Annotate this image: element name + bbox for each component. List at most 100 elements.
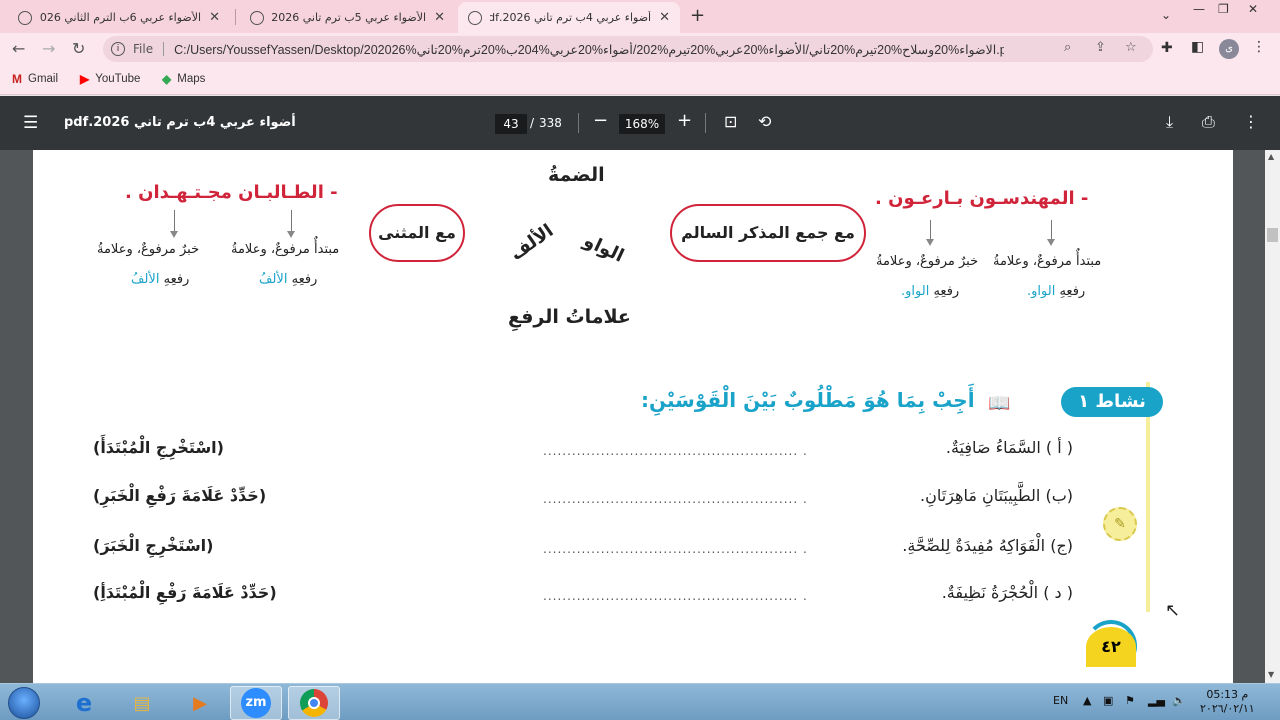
clock[interactable]: 05:13 م ٢٠٢٦/٠٢/١١ [1200,688,1255,716]
zoom-app[interactable]: zm [230,686,282,720]
answer-blank[interactable]: ........................................… [543,542,808,556]
divider [163,42,165,56]
pencil-badge-icon: ✎ [1103,507,1137,541]
bookmark-maps[interactable]: ◆ Maps [162,72,205,86]
browser-toolbar: ← → ↻ i File C:/Users/YoussefYassen/Desk… [0,33,1280,65]
print-icon[interactable]: ⎙ [1202,112,1215,132]
explorer-icon[interactable]: ▤ [116,686,168,720]
new-tab-button[interactable]: + [690,5,705,26]
tab-title: أضواء عربي 4ب ترم تاني 2026.pdf [490,11,652,24]
ie-icon[interactable]: e [58,686,110,720]
rotate-icon[interactable]: ⟲ [758,112,771,131]
arrow-down-icon [170,210,178,238]
answer-blank[interactable]: ........................................… [543,589,808,603]
flag-icon[interactable]: ⚑ [1125,694,1135,707]
tab-2[interactable]: الأضواء عربي 5ب ترم تاني 2026.pdf ✕ [240,2,455,33]
bookmark-star-icon[interactable]: ☆ [1125,40,1137,55]
address-bar[interactable]: i File C:/Users/YoussefYassen/Desktop/20… [103,36,1153,62]
close-icon[interactable]: ✕ [659,10,670,25]
pdf-viewport[interactable]: الضمةُ الواو الألف علاماتُ الرفعِ - الطـ… [0,150,1265,683]
question-text: (ب) الطَّبِيبَتَانِ مَاهِرَتَانِ. [920,486,1073,505]
close-icon[interactable]: ✕ [209,10,220,25]
scroll-up-icon[interactable]: ▲ [1268,152,1274,161]
reload-icon[interactable]: ↻ [72,39,85,58]
page-header-damma: الضمةُ [548,164,605,186]
answer-blank[interactable]: ........................................… [543,492,808,506]
download-icon[interactable]: ⤓ [1166,112,1173,132]
mouse-cursor-icon: ↖ [1165,600,1181,621]
extensions-icon[interactable]: ✚ [1161,40,1173,56]
close-window-icon[interactable]: ✕ [1248,2,1258,16]
tab-3-active[interactable]: أضواء عربي 4ب ترم تاني 2026.pdf ✕ [458,2,680,33]
chrome-app[interactable] [288,686,340,720]
mubtada-note-line1: مبتدأٌ مرفوعٌ، وعلامةُ [993,254,1102,269]
bookmark-gmail[interactable]: M Gmail [12,72,58,86]
back-icon[interactable]: ← [12,39,25,58]
scrollbar-thumb[interactable] [1267,228,1278,242]
minimize-icon[interactable]: — [1193,2,1205,16]
question-text: ( د ) الْحُجْرَةُ نَظِيفَةٌ. [941,583,1073,602]
share-icon[interactable]: ⇪ [1095,40,1106,55]
scheme-label: File [133,42,154,56]
zoom-in-icon[interactable]: + [677,110,692,131]
khabar-note-line2: رفعِهِ الواو. [901,284,960,299]
tab-divider [235,9,236,25]
more-actions-icon[interactable]: ⋮ [1243,112,1259,131]
info-icon[interactable]: i [111,42,125,56]
question-text: (ج) الْفَوَاكِهُ مُفِيدَةٌ لِلصِّحَّةِ. [902,536,1073,555]
book-icon: 📖 [988,393,1011,414]
mubtada-note-line2: رفعِهِ الواو. [1027,284,1086,299]
pdf-toolbar: ☰ أضواء عربي 4ب ترم تاني 2026.pdf 43 / 3… [0,96,1280,150]
pdf-page: الضمةُ الواو الألف علاماتُ الرفعِ - الطـ… [33,150,1233,683]
forward-icon[interactable]: → [42,39,55,58]
scroll-down-icon[interactable]: ▼ [1268,670,1274,679]
tab-search-icon[interactable]: ⌄ [1161,8,1171,22]
restore-icon[interactable]: ❐ [1218,2,1229,16]
bookmarks-bar: M Gmail ▶ YouTube ◆ Maps [0,65,1280,95]
clock-time: 05:13 م [1206,688,1249,701]
diagonal-label-waw: الواو [580,230,628,267]
volume-icon[interactable]: 🔈 [1172,694,1186,707]
language-indicator[interactable]: EN [1053,694,1068,707]
bookmark-label: YouTube [95,73,141,85]
activity-instruction: أَجِبْ بِمَا هُوَ مَطْلُوبٌ بَيْنَ الْقَ… [641,388,975,412]
answer-blank[interactable]: ........................................… [543,444,808,458]
youtube-icon: ▶ [80,72,90,86]
tab-title: الأضواء عربي 6ب الترم الثاني 2026.pdf [40,11,202,24]
bookmark-label: Maps [177,73,206,85]
bookmark-label: Gmail [28,73,59,85]
zoom-icon: zm [241,688,271,718]
hamburger-menu-icon[interactable]: ☰ [23,113,38,133]
page-number-badge: ٤٢ [1086,627,1136,667]
khabar-note-line1: خبرٌ مرفوعٌ، وعلامةُ [97,242,200,257]
zoom-magnifier-icon[interactable]: ⌕ [1064,40,1071,55]
profile-avatar[interactable]: ی [1219,39,1239,59]
arrow-down-icon [1047,220,1055,246]
network-icon[interactable]: ▂▄ [1148,694,1165,707]
plural-label-pill: مع جمع المذكر السالم [670,204,866,262]
divider [705,113,706,133]
url-text[interactable]: C:/Users/YoussefYassen/Desktop/202026%ال… [174,42,1004,57]
close-icon[interactable]: ✕ [434,10,445,25]
tray-arrow-icon[interactable]: ▲ [1083,694,1091,707]
menu-dots-icon[interactable]: ⋮ [1252,39,1266,55]
total-pages: 338 [539,116,562,130]
clock-date: ٢٠٢٦/٠٢/١١ [1200,702,1255,715]
tab-title: الأضواء عربي 5ب ترم تاني 2026.pdf [272,11,427,24]
zoom-out-icon[interactable]: − [593,110,608,131]
divider [578,113,579,133]
start-button[interactable] [8,687,40,719]
globe-icon [468,10,482,25]
fit-page-icon[interactable]: ⊡ [724,112,737,131]
tab-strip: الأضواء عربي 6ب الترم الثاني 2026.pdf ✕ … [0,0,1280,33]
page-number-input[interactable]: 43 [495,114,527,134]
media-player-icon[interactable]: ▶ [174,686,226,720]
tray-app-icon[interactable]: ▣ [1103,694,1113,707]
zoom-level-input[interactable]: 168% [619,114,665,134]
screen: الأضواء عربي 6ب الترم الثاني 2026.pdf ✕ … [0,0,1280,720]
mubtada-note-line2: رفعِهِ الألفُ [259,272,318,287]
bookmark-youtube[interactable]: ▶ YouTube [80,72,140,86]
tab-1[interactable]: الأضواء عربي 6ب الترم الثاني 2026.pdf ✕ [8,2,230,33]
dual-example-sentence: - الطـالبـان مجـتـهـدان . [125,182,338,203]
side-panel-icon[interactable]: ◧ [1191,39,1204,55]
